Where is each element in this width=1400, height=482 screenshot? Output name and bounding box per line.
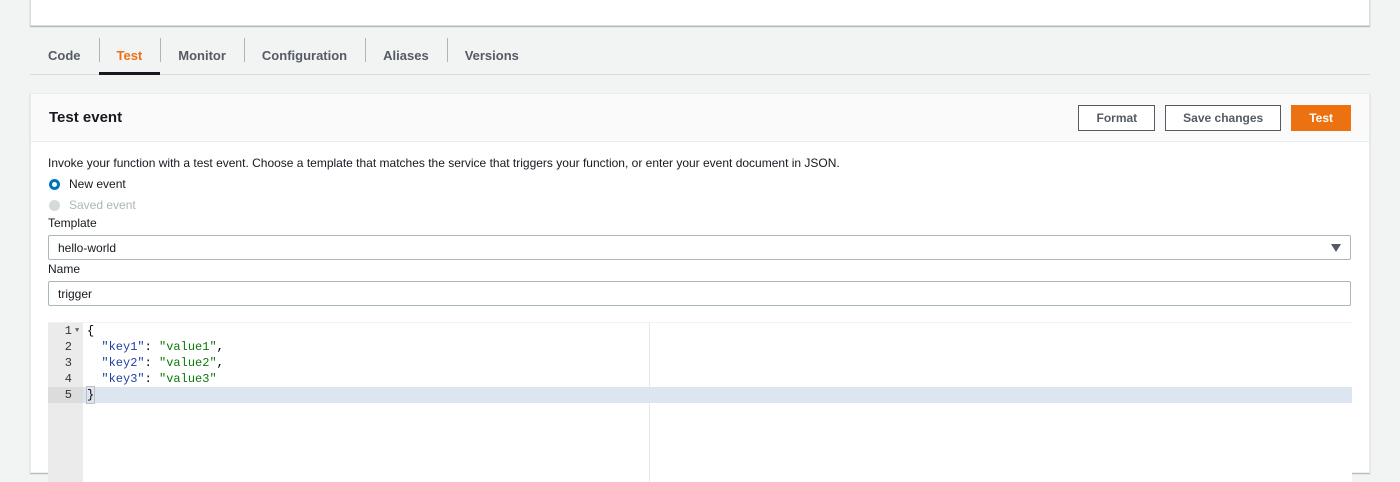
radio-disabled-icon bbox=[49, 199, 60, 211]
json-trail: , bbox=[216, 340, 224, 354]
panel-header: Test event Format Save changes Test bbox=[31, 94, 1369, 142]
fold-arrow-icon[interactable]: ▼ bbox=[75, 323, 79, 339]
caret-down-icon bbox=[1331, 243, 1341, 252]
json-value: "value2" bbox=[159, 356, 217, 370]
editor-line: 4 "key3": "value3" bbox=[48, 371, 1352, 387]
tab-label: Monitor bbox=[178, 47, 226, 63]
panel-body: Invoke your function with a test event. … bbox=[31, 142, 1369, 306]
json-key: "key1" bbox=[101, 340, 145, 354]
tab-test[interactable]: Test bbox=[98, 36, 161, 75]
tab-label: Configuration bbox=[261, 47, 348, 63]
radio-saved-event: Saved event bbox=[48, 195, 1351, 215]
template-value: hello-world bbox=[58, 240, 117, 255]
tab-versions[interactable]: Versions bbox=[446, 36, 537, 74]
line-number: 4 bbox=[64, 372, 72, 386]
line-number: 2 bbox=[64, 340, 72, 354]
template-label: Template bbox=[48, 216, 97, 230]
tab-label: Test bbox=[116, 47, 143, 63]
tab-aliases[interactable]: Aliases bbox=[365, 36, 447, 74]
radio-label: Saved event bbox=[69, 198, 136, 212]
radio-new-event[interactable]: New event bbox=[48, 174, 1351, 194]
json-key: "key3" bbox=[101, 372, 145, 386]
function-tabs: Code Test Monitor Configuration Aliases … bbox=[30, 36, 1370, 75]
tab-monitor[interactable]: Monitor bbox=[160, 36, 244, 74]
editor-line: 1 ▼ { bbox=[48, 323, 1352, 339]
template-select[interactable]: hello-world bbox=[48, 235, 1351, 260]
code-text: "key2": "value2", bbox=[101, 356, 224, 370]
editor-line-active: 5 } bbox=[48, 386, 1352, 404]
header-actions: Format Save changes Test bbox=[1078, 104, 1351, 131]
line-number: 3 bbox=[64, 356, 72, 370]
radio-checked-icon[interactable] bbox=[49, 178, 60, 190]
radio-label: New event bbox=[69, 177, 126, 191]
format-button[interactable]: Format bbox=[1078, 104, 1156, 131]
editor-line: 2 "key1": "value1", bbox=[48, 339, 1352, 355]
save-changes-button[interactable]: Save changes bbox=[1165, 104, 1282, 131]
editor-line: 3 "key2": "value2", bbox=[48, 355, 1352, 371]
tab-label: Versions bbox=[464, 47, 519, 63]
json-key: "key2" bbox=[101, 356, 145, 370]
test-button[interactable]: Test bbox=[1291, 104, 1351, 131]
code-text: "key3": "value3" bbox=[101, 372, 217, 386]
tab-label: Code bbox=[48, 47, 81, 63]
code-text: "key1": "value1", bbox=[101, 340, 224, 354]
json-editor[interactable]: 1 ▼ { 2 "key1": "value1", 3 "key2": "val… bbox=[48, 322, 1352, 482]
line-number: 5 bbox=[48, 387, 83, 403]
test-event-panel: Test event Format Save changes Test Invo… bbox=[30, 93, 1370, 482]
code-text: { bbox=[87, 324, 95, 338]
top-panel bbox=[30, 0, 1370, 26]
panel-title: Test event bbox=[49, 109, 123, 126]
description-text: Invoke your function with a test event. … bbox=[48, 156, 840, 170]
name-input[interactable] bbox=[48, 281, 1351, 306]
json-trail: , bbox=[216, 356, 224, 370]
tab-configuration[interactable]: Configuration bbox=[243, 36, 365, 74]
tab-label: Aliases bbox=[383, 47, 429, 63]
json-value: "value3" bbox=[159, 372, 217, 386]
json-value: "value1" bbox=[159, 340, 217, 354]
code-text: } bbox=[85, 386, 96, 404]
tab-code[interactable]: Code bbox=[30, 36, 99, 74]
name-label: Name bbox=[48, 262, 81, 276]
